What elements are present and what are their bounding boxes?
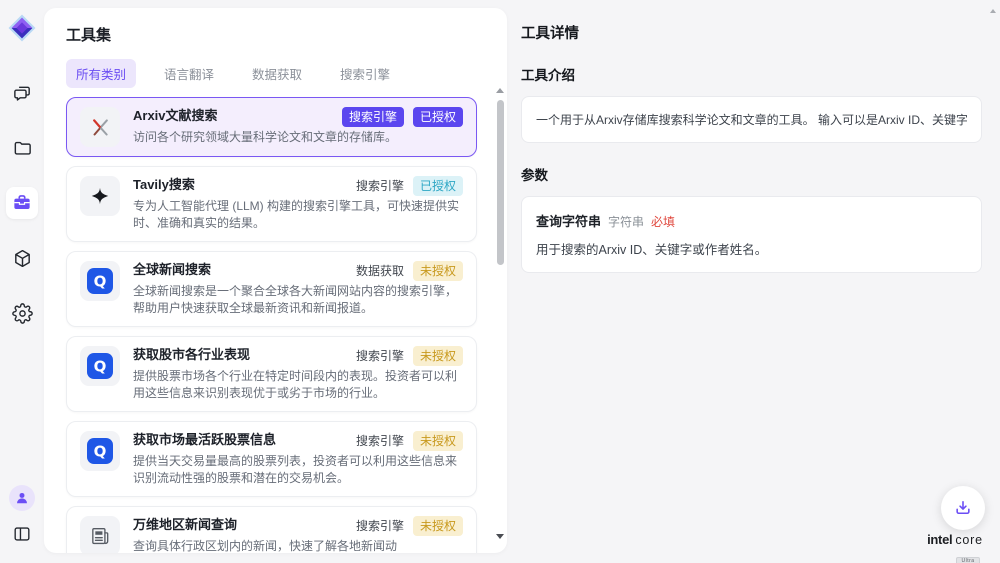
category-tag: 搜索引擎: [342, 107, 404, 127]
svg-text:Q: Q: [94, 273, 107, 291]
category-tag: 搜索引擎: [356, 516, 404, 536]
detail-title: 工具详情: [521, 22, 982, 43]
auth-status-badge: 未授权: [413, 346, 463, 366]
param-card: 查询字符串 字符串 必填 用于搜索的Arxiv ID、关键字或作者姓名。: [521, 196, 982, 273]
user-avatar[interactable]: [9, 485, 35, 511]
tool-card[interactable]: Q 全球新闻搜索 数据获取 未授权 全球新闻搜索是一个聚合全球各大新闻网站内容的…: [66, 251, 477, 327]
params-heading: 参数: [521, 164, 982, 184]
qblue-tool-icon: Q: [80, 346, 120, 386]
list-scrollbar-thumb[interactable]: [497, 100, 504, 265]
brand-intel-text: intel: [927, 532, 952, 547]
nav-chat-icon[interactable]: [6, 77, 38, 109]
panel-toggle-icon[interactable]: [9, 521, 35, 547]
tool-list-panel: 工具集 所有类别语言翻译数据获取搜索引擎 Arxiv文献搜索 搜索引擎 已授权 …: [44, 8, 507, 553]
intel-core-logo: intelcore Ultra: [925, 531, 985, 563]
intro-heading: 工具介绍: [521, 64, 982, 84]
tool-cards-container: Arxiv文献搜索 搜索引擎 已授权 访问各个研究领域大量科学论文和文章的存储库…: [66, 97, 477, 553]
tool-description: 专为人工智能代理 (LLM) 构建的搜索引擎工具，可快速提供实时、准确和真实的结…: [133, 198, 463, 232]
tool-description: 访问各个研究领域大量科学论文和文章的存储库。: [133, 129, 463, 146]
tool-description: 查询具体行政区划内的新闻，快速了解各地新闻动: [133, 538, 463, 553]
download-button[interactable]: [941, 486, 985, 530]
tool-name: 获取市场最活跃股票信息: [133, 431, 276, 449]
tool-description: 全球新闻搜索是一个聚合全球各大新闻网站内容的搜索引擎，帮助用户快速获取全球最新资…: [133, 283, 463, 317]
nav-cube-icon[interactable]: [6, 242, 38, 274]
download-icon: [953, 498, 973, 518]
tab-category-2[interactable]: 数据获取: [242, 59, 312, 88]
brand-core-text: core: [955, 533, 983, 547]
category-tabs: 所有类别语言翻译数据获取搜索引擎: [66, 59, 485, 88]
auth-status-badge: 已授权: [413, 107, 463, 127]
param-desc: 用于搜索的Arxiv ID、关键字或作者姓名。: [536, 239, 967, 258]
list-scrollbar-down-arrow[interactable]: [496, 534, 504, 539]
tab-category-1[interactable]: 语言翻译: [154, 59, 224, 88]
svg-text:Q: Q: [94, 358, 107, 376]
nav-settings-gear-icon[interactable]: [6, 297, 38, 329]
param-name: 查询字符串: [536, 211, 601, 230]
auth-status-badge: 已授权: [413, 176, 463, 196]
tool-name: Tavily搜索: [133, 176, 195, 194]
qblue-tool-icon: Q: [80, 261, 120, 301]
tab-category-0[interactable]: 所有类别: [66, 59, 136, 88]
auth-status-badge: 未授权: [413, 431, 463, 451]
tool-card[interactable]: Arxiv文献搜索 搜索引擎 已授权 访问各个研究领域大量科学论文和文章的存储库…: [66, 97, 477, 157]
tool-card[interactable]: Q 获取市场最活跃股票信息 搜索引擎 未授权 提供当天交易量最高的股票列表，投资…: [66, 421, 477, 497]
tool-description: 提供股票市场各个行业在特定时间段内的表现。投资者可以利用这些信息来识别表现优于或…: [133, 368, 463, 402]
category-tag: 搜索引擎: [356, 346, 404, 366]
qblue-tool-icon: Q: [80, 431, 120, 471]
tool-description: 提供当天交易量最高的股票列表，投资者可以利用这些信息来识别流动性强的股票和潜在的…: [133, 453, 463, 487]
tool-name: 获取股市各行业表现: [133, 346, 250, 364]
arxiv-tool-icon: [80, 107, 120, 147]
param-type: 字符串: [608, 213, 644, 230]
list-scrollbar-up-arrow[interactable]: [496, 88, 504, 93]
tab-category-3[interactable]: 搜索引擎: [330, 59, 400, 88]
brand-ultra-badge: Ultra: [956, 557, 979, 563]
tool-card[interactable]: 万维地区新闻查询 搜索引擎 未授权 查询具体行政区划内的新闻，快速了解各地新闻动: [66, 506, 477, 553]
tool-name: 万维地区新闻查询: [133, 516, 237, 534]
param-required-badge: 必填: [651, 213, 675, 230]
auth-status-badge: 未授权: [413, 261, 463, 281]
app-window: 工具集 所有类别语言翻译数据获取搜索引擎 Arxiv文献搜索 搜索引擎 已授权 …: [0, 0, 1000, 563]
category-tag: 搜索引擎: [356, 431, 404, 451]
tool-name: Arxiv文献搜索: [133, 107, 218, 125]
tool-name: 全球新闻搜索: [133, 261, 211, 279]
tool-detail-panel: 工具详情 工具介绍 一个用于从Arxiv存储库搜索科学论文和文章的工具。 输入可…: [507, 0, 1000, 563]
left-rail: [0, 0, 44, 563]
category-tag: 数据获取: [356, 261, 404, 281]
svg-text:Q: Q: [94, 443, 107, 461]
auth-status-badge: 未授权: [413, 516, 463, 536]
window-scrollbar-up-arrow[interactable]: [990, 9, 996, 13]
intro-text: 一个用于从Arxiv存储库搜索科学论文和文章的工具。 输入可以是Arxiv ID…: [536, 111, 967, 128]
app-logo-gem-icon: [7, 13, 37, 43]
nav-toolbox-icon-active[interactable]: [6, 187, 38, 219]
tavily-tool-icon: [80, 176, 120, 216]
tool-card[interactable]: Q 获取股市各行业表现 搜索引擎 未授权 提供股票市场各个行业在特定时间段内的表…: [66, 336, 477, 412]
category-tag: 搜索引擎: [356, 176, 404, 196]
nav-folder-icon[interactable]: [6, 132, 38, 164]
tool-card[interactable]: Tavily搜索 搜索引擎 已授权 专为人工智能代理 (LLM) 构建的搜索引擎…: [66, 166, 477, 242]
page-title: 工具集: [44, 8, 507, 45]
news-tool-icon: [80, 516, 120, 553]
